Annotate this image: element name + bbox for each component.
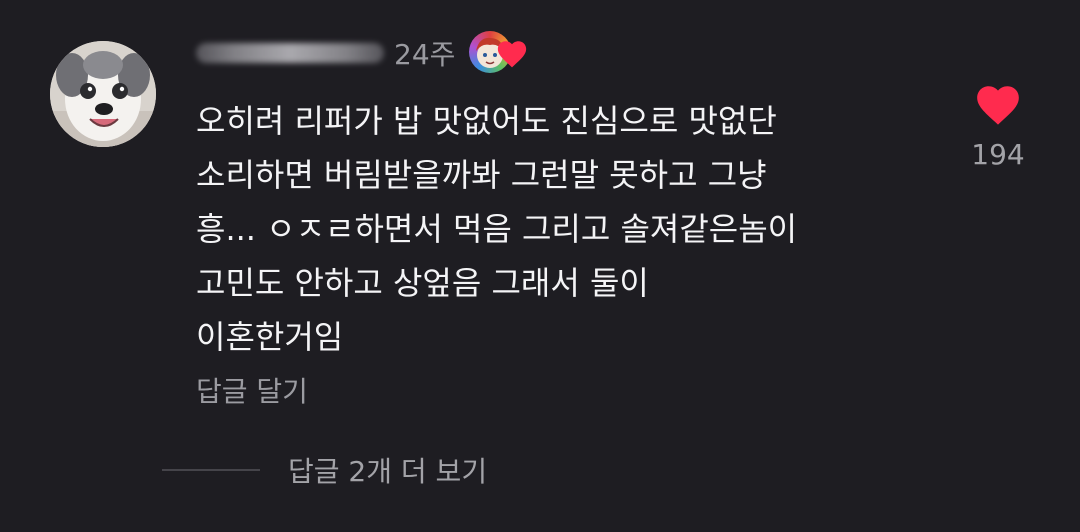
blurred-username[interactable] xyxy=(196,43,384,63)
comment-text: 오히려 리퍼가 밥 맛없어도 진심으로 맛없단 소리하면 버림받을까봐 그런말 … xyxy=(196,102,798,356)
heart-icon xyxy=(498,41,527,68)
heart-icon[interactable] xyxy=(973,80,1023,130)
puppy-avatar-image xyxy=(50,41,156,147)
like-count: 194 xyxy=(971,138,1025,171)
reply-button[interactable]: 답글 달기 xyxy=(196,370,308,410)
comment-header: 24주 xyxy=(196,28,531,78)
replies-divider xyxy=(162,469,260,471)
comment-timestamp: 24주 xyxy=(394,38,456,71)
commenter-avatar[interactable] xyxy=(50,41,156,147)
like-button[interactable]: 194 xyxy=(964,80,1032,171)
creator-liked-badge xyxy=(469,31,531,75)
view-more-replies-button[interactable]: 답글 2개 더 보기 xyxy=(288,450,487,490)
